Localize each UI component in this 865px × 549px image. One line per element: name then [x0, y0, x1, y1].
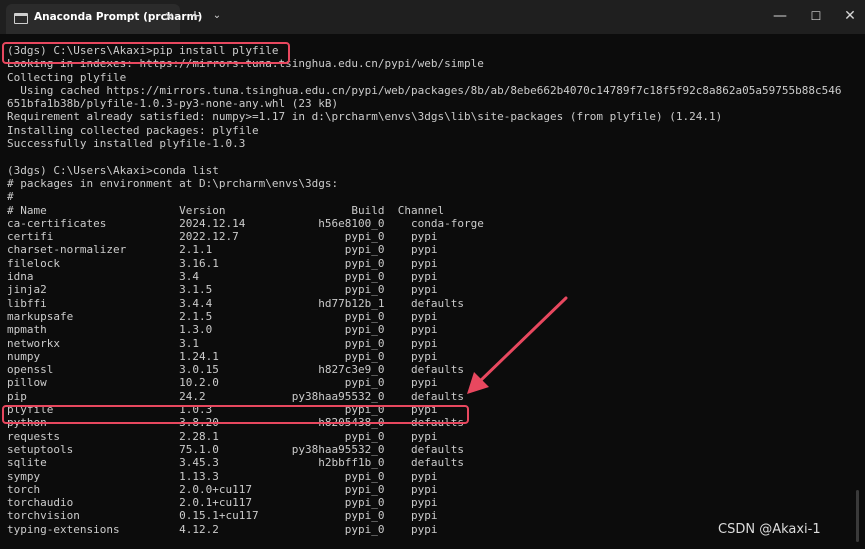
- annotation-arrow-icon: [467, 296, 568, 394]
- scrollbar[interactable]: [856, 490, 859, 542]
- watermark: CSDN @Akaxi-1: [718, 522, 821, 537]
